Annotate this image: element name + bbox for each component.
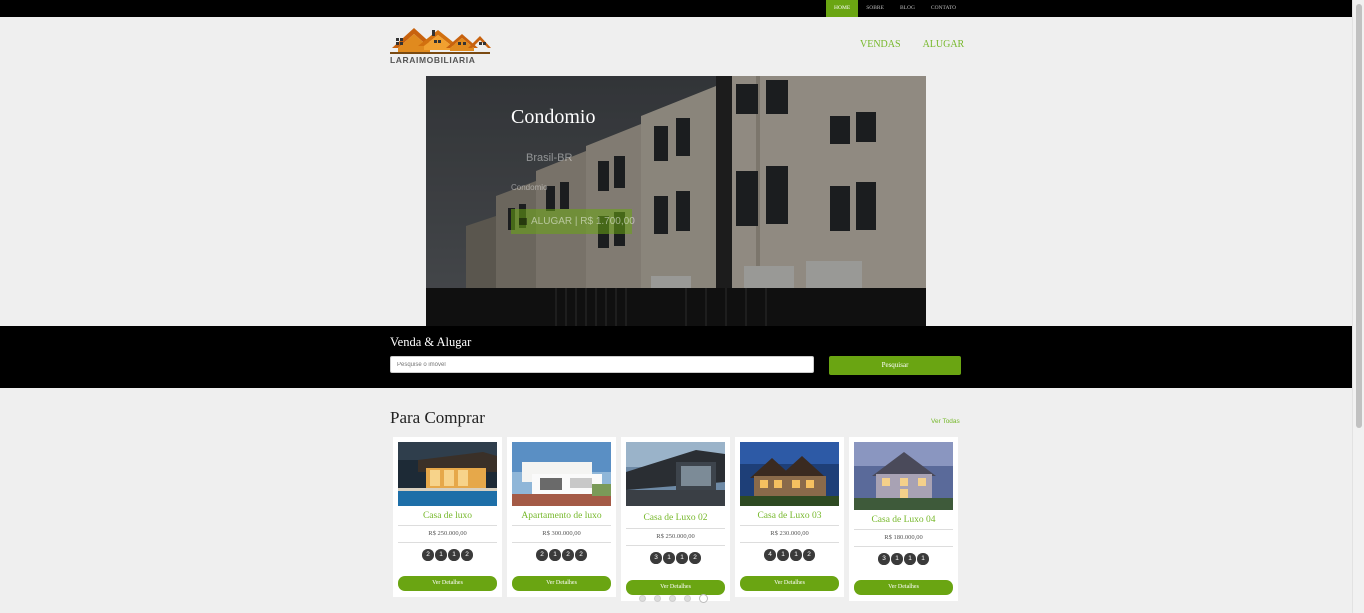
topnav-sobre[interactable]: SOBRE [858,0,892,17]
search-title: Venda & Alugar [390,335,472,349]
main-nav: VENDAS ALUGAR [860,39,964,50]
hero-slide[interactable]: Condomio Brasil-BR Condomio ALUGAR | R$ … [426,76,926,326]
feature-badge: 3 [878,553,890,565]
property-image [740,442,839,506]
property-price: R$ 180.000,00 [884,534,923,541]
divider [854,546,953,547]
top-bar: HOME SOBRE BLOG CONTATO [0,0,1352,17]
feature-badge: 1 [435,549,447,561]
property-card[interactable]: Casa de Luxo 02 R$ 250.000,00 3 1 1 2 Ve… [621,437,730,601]
carousel-dot-active[interactable] [699,594,708,603]
feature-badge: 2 [461,549,473,561]
brand-logo[interactable]: LARAIMOBILIARIA [390,24,492,66]
property-name[interactable]: Casa de Luxo 04 [849,515,958,525]
property-card[interactable]: Apartamento de luxo R$ 300.000,00 2 1 2 … [507,437,616,597]
feature-badge: 1 [448,549,460,561]
details-button[interactable]: Ver Detalhes [740,576,839,591]
feature-badge: 2 [689,552,701,564]
carousel-dots [639,594,708,603]
nav-vendas[interactable]: VENDAS [860,39,901,50]
hero-type: Condomio [511,183,548,192]
see-all-link[interactable]: Ver Todas [931,418,960,425]
hero-rent-button[interactable]: ALUGAR | R$ 1.700,00 [511,209,635,234]
details-button[interactable]: Ver Detalhes [512,576,611,591]
details-button[interactable]: Ver Detalhes [398,576,497,591]
property-price: R$ 300.000,00 [542,530,581,537]
hero-title: Condomio [511,106,596,128]
feature-badge: 3 [650,552,662,564]
carousel-dot[interactable] [669,595,676,602]
property-features: 2 1 1 2 [393,549,502,561]
divider [626,545,725,546]
house-roof-logo-icon [390,28,491,54]
feature-badge: 2 [562,549,574,561]
divider [512,525,611,526]
divider [398,542,497,543]
property-card[interactable]: Casa de Luxo 03 R$ 230.000,00 4 1 1 2 Ve… [735,437,844,597]
property-image [854,442,953,510]
details-button[interactable]: Ver Detalhes [854,580,953,595]
property-price: R$ 250.000,00 [428,530,467,537]
property-image [626,442,725,506]
nav-alugar[interactable]: ALUGAR [923,39,965,50]
divider [740,525,839,526]
feature-badge: 4 [764,549,776,561]
topnav-home[interactable]: HOME [826,0,859,17]
divider [854,529,953,530]
feature-badge: 1 [663,552,675,564]
property-name[interactable]: Casa de Luxo 02 [621,513,730,523]
scrollbar-thumb[interactable] [1356,4,1362,428]
property-price: R$ 230.000,00 [770,530,809,537]
top-nav: HOME SOBRE BLOG CONTATO [826,0,964,17]
topnav-contato[interactable]: CONTATO [923,0,964,17]
divider [398,525,497,526]
feature-badge: 2 [803,549,815,561]
search-button[interactable]: Pesquisar [829,356,961,375]
property-features: 3 1 1 1 [849,553,958,565]
feature-badge: 2 [536,549,548,561]
search-input[interactable] [390,356,814,373]
property-image [512,442,611,506]
feature-badge: 1 [891,553,903,565]
carousel-dot[interactable] [684,595,691,602]
feature-badge: 1 [790,549,802,561]
property-name[interactable]: Casa de luxo [393,511,502,521]
section-title: Para Comprar [390,408,485,427]
property-name[interactable]: Casa de Luxo 03 [735,511,844,521]
property-card[interactable]: Casa de Luxo 04 R$ 180.000,00 3 1 1 1 Ve… [849,437,958,601]
topnav-blog[interactable]: BLOG [892,0,923,17]
feature-badge: 1 [777,549,789,561]
brand-name: LARAIMOBILIARIA [390,55,476,65]
property-features: 4 1 1 2 [735,549,844,561]
feature-badge: 1 [676,552,688,564]
details-button[interactable]: Ver Detalhes [626,580,725,595]
hero-rent-label: ALUGAR | R$ 1.700,00 [531,216,635,227]
property-price: R$ 250.000,00 [656,533,695,540]
property-card[interactable]: Casa de luxo R$ 250.000,00 2 1 1 2 Ver D… [393,437,502,597]
page-scrollbar[interactable] [1352,0,1364,613]
property-features: 3 1 1 2 [621,552,730,564]
divider [740,542,839,543]
divider [626,528,725,529]
divider [512,542,611,543]
search-band: Venda & Alugar Pesquisar [0,326,1352,388]
feature-badge: 2 [575,549,587,561]
carousel-dot[interactable] [639,595,646,602]
feature-badge: 1 [904,553,916,565]
feature-badge: 2 [422,549,434,561]
feature-badge: 1 [917,553,929,565]
property-image [398,442,497,506]
hero-location: Brasil-BR [526,152,573,164]
feature-badge: 1 [549,549,561,561]
townhouse-photo [426,76,926,326]
message-icon [519,217,527,225]
property-name[interactable]: Apartamento de luxo [507,511,616,521]
property-features: 2 1 2 2 [507,549,616,561]
carousel-dot[interactable] [654,595,661,602]
